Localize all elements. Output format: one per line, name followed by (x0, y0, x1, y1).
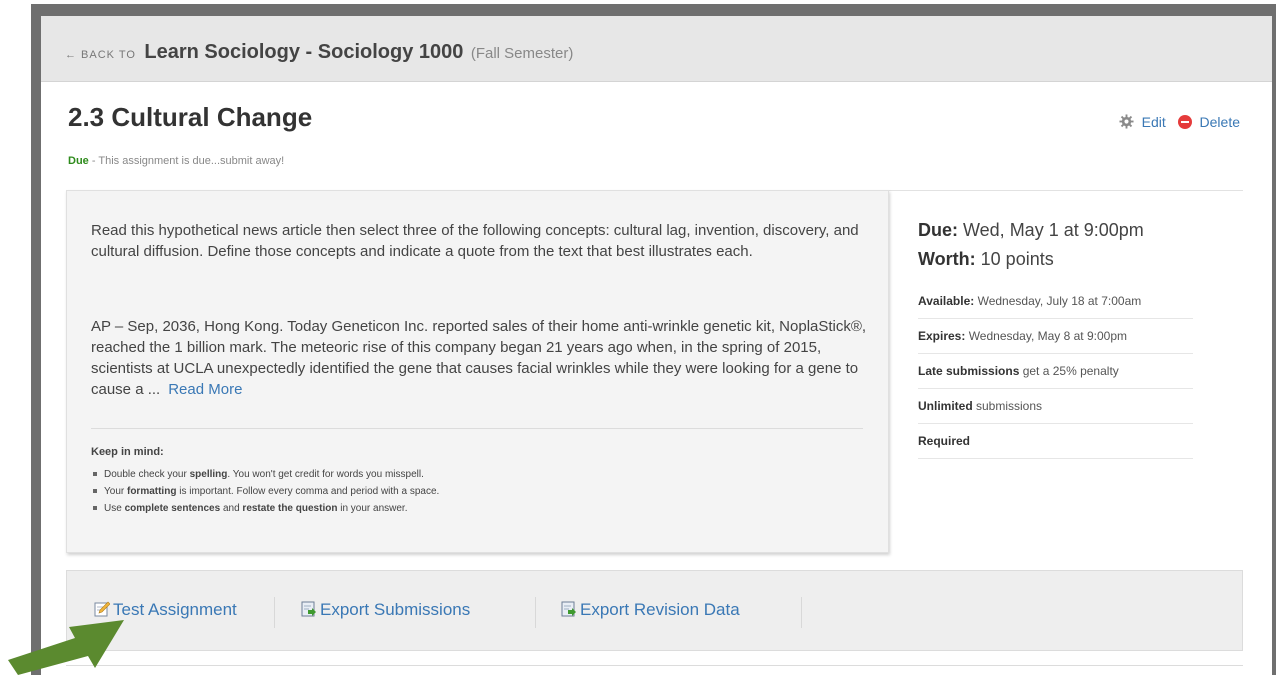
due-message: - This assignment is due...submit away! (88, 155, 285, 167)
gear-icon (1119, 114, 1134, 129)
export-revision-button[interactable]: Export Revision Data (561, 600, 740, 620)
divider (91, 428, 863, 429)
read-more-link[interactable]: Read More (168, 381, 242, 398)
available-date: Available: Wednesday, July 18 at 7:00am (918, 284, 1193, 319)
export-icon (301, 601, 316, 617)
assignment-page: ← BACK TO Learn Sociology - Sociology 10… (41, 16, 1272, 675)
divider (274, 597, 275, 628)
assignment-details: Due: Wed, May 1 at 9:00pm Worth: 10 poin… (918, 190, 1193, 459)
back-link[interactable]: ← BACK TO Learn Sociology - Sociology 10… (65, 41, 573, 64)
submission-limit: Unlimited submissions (918, 389, 1193, 424)
tips-list: Double check your spelling. You won't ge… (91, 467, 439, 518)
expires-date: Expires: Wednesday, May 8 at 9:00pm (918, 319, 1193, 354)
back-prefix[interactable]: ← BACK TO (65, 49, 136, 61)
divider (535, 597, 536, 628)
course-title[interactable]: Learn Sociology - Sociology 1000 (144, 41, 463, 63)
description-panel: Read this hypothetical news article then… (66, 190, 889, 553)
keep-in-mind-heading: Keep in mind: (91, 446, 164, 458)
course-semester: (Fall Semester) (470, 45, 574, 62)
points-worth: Worth: 10 points (918, 249, 1054, 269)
list-item: Double check your spelling. You won't ge… (91, 467, 439, 484)
list-item: Your formatting is important. Follow eve… (91, 484, 439, 501)
list-item: Use complete sentences and restate the q… (91, 501, 439, 518)
divider (801, 597, 802, 628)
export-submissions-button[interactable]: Export Submissions (301, 600, 470, 620)
due-badge: Due (68, 155, 89, 167)
due-status: Due - This assignment is due...submit aw… (68, 155, 284, 167)
article-excerpt: AP – Sep, 2036, Hong Kong. Today Genetic… (91, 316, 871, 400)
delete-link[interactable]: Delete (1200, 114, 1240, 130)
export-icon (561, 601, 576, 617)
late-policy: Late submissions get a 25% penalty (918, 354, 1193, 389)
green-arrow-annotation (8, 620, 124, 675)
due-date: Due: Wed, May 1 at 9:00pm (918, 220, 1144, 240)
details-list: Available: Wednesday, July 18 at 7:00am … (918, 284, 1193, 459)
page-title: 2.3 Cultural Change (68, 102, 313, 132)
assignment-toolbar: Test Assignment Export Submissions Expor… (66, 570, 1243, 651)
divider (66, 665, 1243, 666)
required-flag: Required (918, 424, 1193, 459)
assignment-actions: Edit Delete (1119, 114, 1240, 130)
assignment-instructions: Read this hypothetical news article then… (91, 222, 859, 260)
back-bar: ← BACK TO Learn Sociology - Sociology 10… (41, 16, 1272, 82)
delete-icon[interactable] (1177, 115, 1192, 129)
edit-link[interactable]: Edit (1142, 114, 1166, 130)
